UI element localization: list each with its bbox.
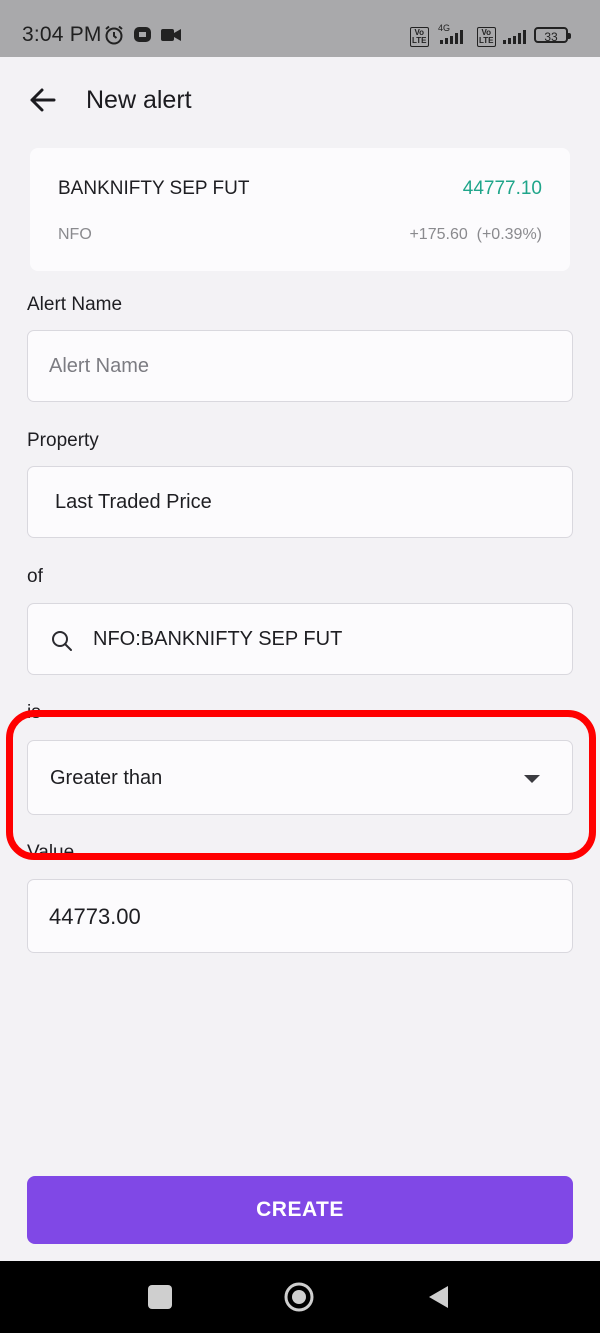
instrument-name: BANKNIFTY SEP FUT	[58, 178, 250, 199]
instrument-card: BANKNIFTY SEP FUT 44777.10 NFO +175.60 (…	[30, 148, 570, 271]
volte-icon: Vo LTE	[477, 27, 496, 47]
instrument-exchange: NFO	[58, 226, 92, 243]
create-button[interactable]: CREATE	[27, 1176, 573, 1244]
is-label: is	[27, 702, 41, 723]
status-time: 3:04 PM	[22, 23, 102, 46]
property-value: Last Traded Price	[55, 491, 212, 513]
page-title: New alert	[86, 86, 192, 114]
of-label: of	[27, 566, 43, 587]
signal-icon	[440, 30, 463, 44]
home-circle-icon[interactable]	[284, 1282, 314, 1312]
back-triangle-icon[interactable]	[426, 1284, 450, 1310]
instrument-change: +175.60 (+0.39%)	[409, 226, 542, 243]
alert-name-input[interactable]: Alert Name	[27, 330, 573, 402]
back-button[interactable]	[20, 82, 66, 118]
value-label: Value	[27, 842, 75, 863]
property-select[interactable]: Last Traded Price	[27, 466, 573, 538]
message-icon	[134, 27, 151, 42]
condition-value: Greater than	[50, 767, 163, 789]
alert-name-label: Alert Name	[27, 294, 123, 315]
dropdown-arrow-icon	[524, 775, 540, 783]
search-icon	[52, 631, 72, 651]
navigation-bar	[0, 1261, 600, 1333]
recents-square-icon[interactable]	[148, 1285, 172, 1309]
signal-icon	[503, 30, 526, 44]
instrument-ltp: 44777.10	[462, 178, 542, 199]
instrument-search-value: NFO:BANKNIFTY SEP FUT	[93, 628, 343, 650]
arrow-left-icon	[30, 88, 56, 112]
property-label: Property	[27, 430, 99, 451]
battery-icon: 33	[534, 27, 571, 44]
video-icon	[161, 29, 181, 41]
value-input-text: 44773.00	[49, 904, 141, 929]
alert-name-placeholder: Alert Name	[49, 355, 150, 377]
alarm-icon	[105, 25, 123, 45]
condition-dropdown[interactable]: Greater than	[27, 740, 573, 815]
status-bar: 3:04 PM Vo LTE 4G Vo LTE 33	[0, 0, 600, 57]
value-input[interactable]: 44773.00	[27, 879, 573, 953]
instrument-search-field[interactable]: NFO:BANKNIFTY SEP FUT	[27, 603, 573, 675]
volte-icon: Vo LTE	[410, 27, 429, 47]
